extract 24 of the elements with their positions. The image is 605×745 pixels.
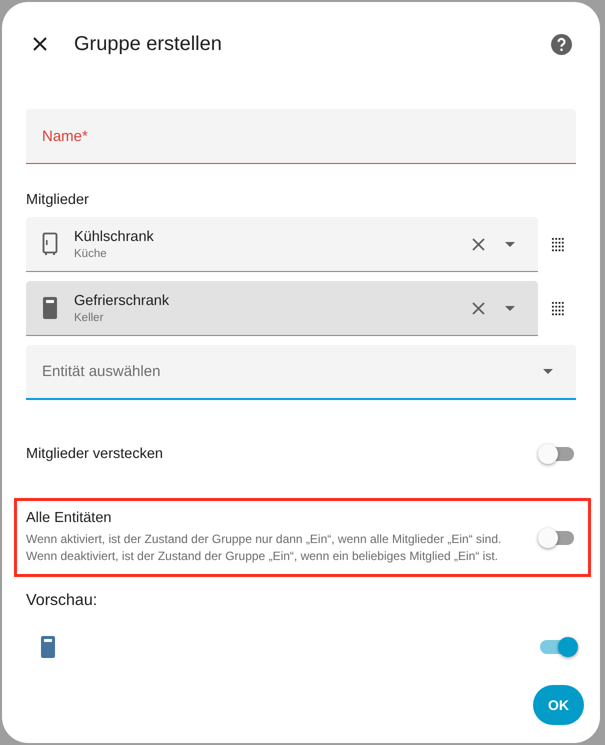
ok-button[interactable]: OK — [533, 685, 584, 725]
name-field[interactable]: Name* — [26, 109, 576, 164]
option-description: Wenn aktiviert, ist der Zustand der Gruppe nur dann „Ein“, wenn alle Mitglieder „Ein“ sind. Wenn deaktiviert, ist der Zustand der Gruppe „Ein“, wenn ein beliebiges Mitglied „Ein“ ist. — [26, 531, 502, 565]
option-title: Alle Entitäten — [26, 510, 112, 526]
member-field[interactable]: Kühlschrank Küche — [26, 217, 538, 272]
entity-name: Gefrierschrank — [74, 292, 170, 308]
drag-handle-icon[interactable] — [552, 302, 564, 316]
freezer-icon — [42, 296, 58, 320]
toggle-switch[interactable] — [540, 637, 576, 657]
entity-area: Küche — [74, 248, 462, 260]
entity-area: Keller — [74, 312, 462, 324]
drag-handle-icon[interactable] — [552, 238, 564, 252]
preview-label: Vorschau: — [26, 592, 98, 610]
toggle-switch[interactable] — [540, 528, 576, 548]
freezer-icon — [40, 635, 56, 659]
option-title: Mitglieder verstecken — [26, 446, 164, 462]
entity-picker[interactable]: Entität auswählen — [26, 345, 576, 400]
section-label: Mitglieder — [26, 192, 90, 208]
entity-name: Kühlschrank — [74, 228, 155, 244]
member-field[interactable]: Gefrierschrank Keller — [26, 281, 538, 336]
help-icon[interactable] — [551, 34, 572, 54]
fridge-icon — [42, 232, 58, 256]
dialog-title: Gruppe erstellen — [74, 32, 223, 56]
toggle-switch[interactable] — [540, 444, 576, 464]
